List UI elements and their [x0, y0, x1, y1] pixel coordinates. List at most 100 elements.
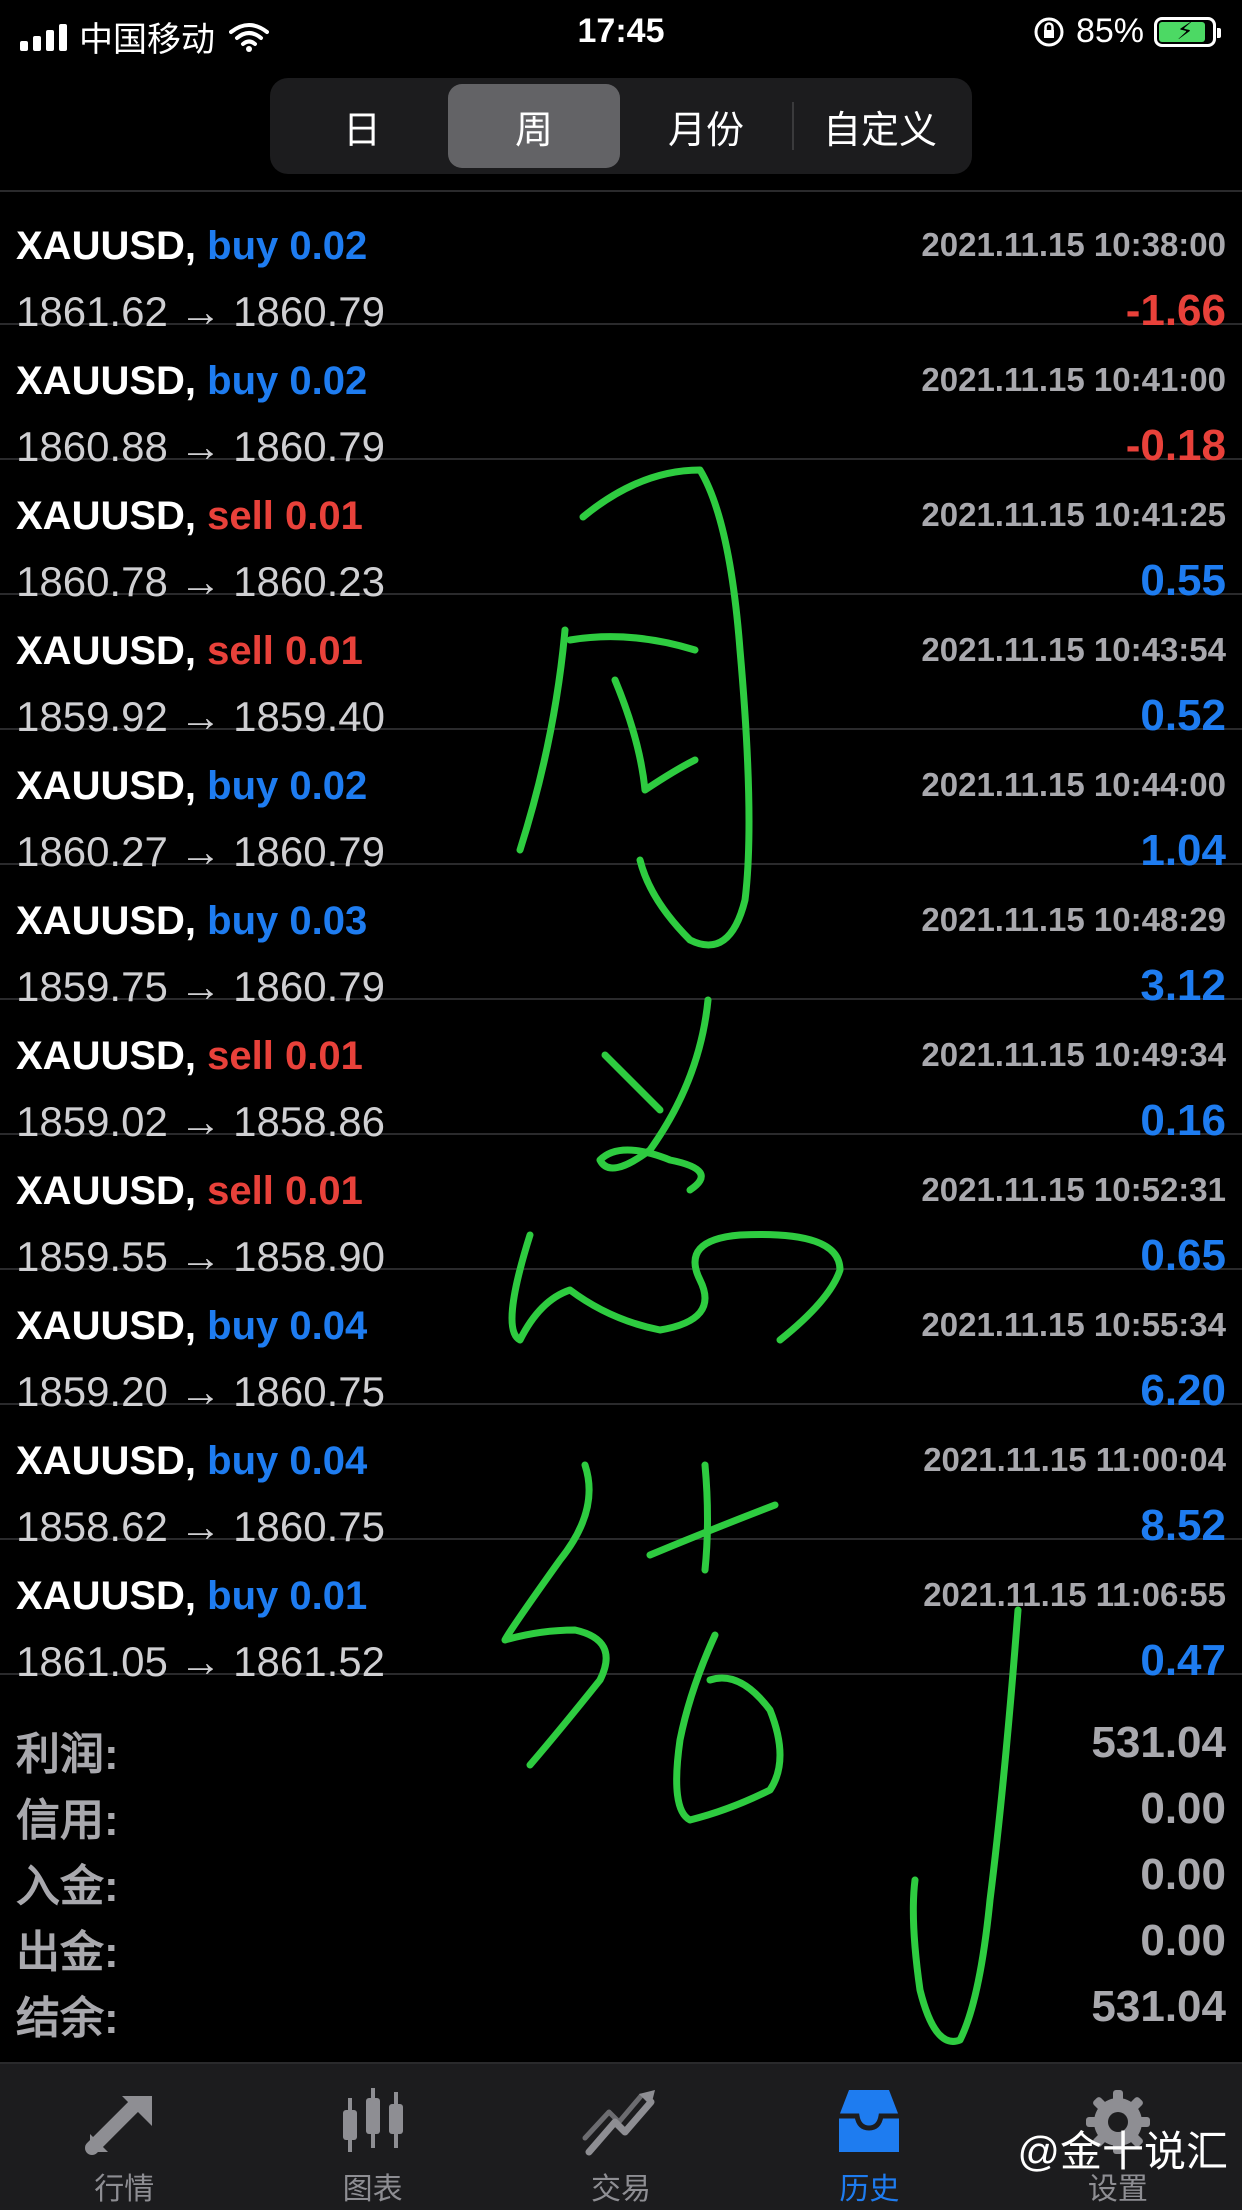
trade-side-volume: buy 0.02 — [207, 764, 368, 808]
tab-history[interactable]: 历史 — [745, 2064, 993, 2210]
tab-chart[interactable]: 图表 — [248, 2064, 496, 2210]
chart-icon — [342, 2088, 403, 2152]
trade-row[interactable]: XAUUSD, sell 0.01 2021.11.15 10:52:31 1859… — [0, 1135, 1242, 1280]
trade-prices: 1861.05 → 1861.52 — [16, 1638, 385, 1686]
trade-time: 2021.11.15 10:41:25 — [921, 496, 1226, 533]
trade-icon — [582, 2090, 656, 2156]
trade-symbol: XAUUSD, buy 0.04 — [16, 1439, 367, 1484]
trade-symbol: XAUUSD, buy 0.02 — [16, 359, 367, 404]
tab-quotes-label: 行情 — [94, 2173, 155, 2206]
tab-day[interactable]: 日 — [276, 84, 448, 168]
trade-time: 2021.11.15 10:52:31 — [921, 1171, 1226, 1208]
tab-history-label: 历史 — [839, 2173, 900, 2206]
orientation-lock-icon — [1034, 17, 1064, 46]
trade-symbol: XAUUSD, buy 0.01 — [16, 1574, 367, 1619]
summary-deposit-label: 入金: — [16, 1862, 119, 1911]
symbol-text: XAUUSD, — [16, 1574, 197, 1618]
symbol-text: XAUUSD, — [16, 224, 197, 268]
summary-deposit-value: 0.00 — [1140, 1850, 1226, 1899]
trade-row[interactable]: XAUUSD, sell 0.01 2021.11.15 10:41:25 1860… — [0, 460, 1242, 605]
trade-symbol: XAUUSD, sell 0.01 — [16, 1169, 363, 1214]
account-summary: 利润: 531.04 信用: 0.00 入金: 0.00 出金: 0.00 结余… — [0, 1718, 1242, 2048]
trade-side-volume: sell 0.01 — [207, 629, 363, 673]
trade-profit: 0.47 — [1140, 1636, 1226, 1685]
trade-time: 2021.11.15 10:41:00 — [921, 361, 1226, 398]
status-bar: 中国移动 17:45 85% ⚡ — [0, 0, 1242, 70]
trade-symbol: XAUUSD, sell 0.01 — [16, 494, 363, 539]
trade-time: 2021.11.15 10:49:34 — [921, 1036, 1226, 1073]
tab-chart-label: 图表 — [342, 2173, 403, 2206]
symbol-text: XAUUSD, — [16, 1034, 197, 1078]
tab-month[interactable]: 月份 — [620, 84, 792, 168]
summary-withdrawal-row: 出金: 0.00 — [0, 1916, 1242, 1982]
summary-credit-row: 信用: 0.00 — [0, 1784, 1242, 1850]
trade-time: 2021.11.15 10:44:00 — [921, 766, 1226, 803]
trade-side-volume: buy 0.02 — [207, 359, 368, 403]
symbol-text: XAUUSD, — [16, 494, 197, 538]
open-price: 1861.05 — [16, 1638, 168, 1685]
trade-symbol: XAUUSD, sell 0.01 — [16, 1034, 363, 1079]
symbol-text: XAUUSD, — [16, 764, 197, 808]
tab-quotes[interactable]: 行情 — [0, 2064, 248, 2210]
trade-symbol: XAUUSD, buy 0.03 — [16, 899, 367, 944]
summary-credit-label: 信用: — [16, 1796, 119, 1845]
trade-side-volume: buy 0.02 — [207, 224, 368, 268]
tab-week[interactable]: 周 — [448, 84, 620, 168]
symbol-text: XAUUSD, — [16, 899, 197, 943]
trade-time: 2021.11.15 10:43:54 — [921, 631, 1226, 668]
trade-row[interactable]: XAUUSD, buy 0.04 2021.11.15 11:00:04 1858.… — [0, 1405, 1242, 1550]
summary-profit-label: 利润: — [16, 1730, 119, 1779]
trade-time: 2021.11.15 10:38:00 — [921, 226, 1226, 263]
trade-time: 2021.11.15 10:48:29 — [921, 901, 1226, 938]
summary-withdrawal-value: 0.00 — [1140, 1916, 1226, 1965]
trade-symbol: XAUUSD, sell 0.01 — [16, 629, 363, 674]
tab-trade-label: 交易 — [591, 2173, 652, 2206]
trade-symbol: XAUUSD, buy 0.02 — [16, 224, 367, 269]
summary-profit-row: 利润: 531.04 — [0, 1718, 1242, 1784]
symbol-text: XAUUSD, — [16, 1169, 197, 1213]
trade-row[interactable]: XAUUSD, sell 0.01 2021.11.15 10:43:54 1859… — [0, 595, 1242, 740]
summary-balance-label: 结余: — [16, 1994, 119, 2043]
trade-history-list: XAUUSD, buy 0.02 2021.11.15 10:38:00 1861.… — [0, 190, 1242, 1685]
tab-custom[interactable]: 自定义 — [794, 84, 966, 168]
battery-percent: 85% — [1075, 12, 1144, 50]
history-icon — [839, 2090, 900, 2152]
summary-withdrawal-label: 出金: — [16, 1928, 119, 1977]
summary-profit-value: 531.04 — [1091, 1718, 1226, 1767]
trade-side-volume: sell 0.01 — [207, 494, 363, 538]
trade-row[interactable]: XAUUSD, buy 0.02 2021.11.15 10:38:00 1861.… — [0, 190, 1242, 335]
trade-row[interactable]: XAUUSD, buy 0.01 2021.11.15 11:06:55 1861.… — [0, 1540, 1242, 1685]
trade-row[interactable]: XAUUSD, buy 0.02 2021.11.15 10:41:00 1860.… — [0, 325, 1242, 470]
symbol-text: XAUUSD, — [16, 1304, 197, 1348]
trade-time: 2021.11.15 11:06:55 — [923, 1576, 1226, 1613]
trade-row[interactable]: XAUUSD, buy 0.02 2021.11.15 10:44:00 1860.… — [0, 730, 1242, 875]
tab-trade[interactable]: 交易 — [497, 2064, 745, 2210]
summary-balance-value: 531.04 — [1091, 1982, 1226, 2031]
quotes-icon — [85, 2096, 153, 2155]
trade-side-volume: buy 0.04 — [207, 1304, 368, 1348]
trade-symbol: XAUUSD, buy 0.02 — [16, 764, 367, 809]
watermark-text: @金十说汇 — [1017, 2128, 1228, 2175]
summary-credit-value: 0.00 — [1140, 1784, 1226, 1833]
trade-row[interactable]: XAUUSD, sell 0.01 2021.11.15 10:49:34 1859… — [0, 1000, 1242, 1145]
symbol-text: XAUUSD, — [16, 629, 197, 673]
battery-icon: ⚡ — [1154, 16, 1221, 47]
status-right: 85% ⚡ — [1032, 12, 1221, 51]
trade-side-volume: buy 0.01 — [207, 1574, 368, 1618]
close-price: 1861.52 — [233, 1638, 385, 1685]
symbol-text: XAUUSD, — [16, 359, 197, 403]
trade-row[interactable]: XAUUSD, buy 0.03 2021.11.15 10:48:29 1859.… — [0, 865, 1242, 1010]
symbol-text: XAUUSD, — [16, 1439, 197, 1483]
trade-symbol: XAUUSD, buy 0.04 — [16, 1304, 367, 1349]
summary-balance-row: 结余: 531.04 — [0, 1982, 1242, 2048]
trade-time: 2021.11.15 10:55:34 — [921, 1306, 1226, 1343]
period-segmented-control: 日 周 月份 自定义 — [270, 78, 972, 174]
trade-side-volume: sell 0.01 — [207, 1169, 363, 1213]
trade-side-volume: buy 0.04 — [207, 1439, 368, 1483]
trade-side-volume: buy 0.03 — [207, 899, 368, 943]
trade-row[interactable]: XAUUSD, buy 0.04 2021.11.15 10:55:34 1859.… — [0, 1270, 1242, 1415]
summary-deposit-row: 入金: 0.00 — [0, 1850, 1242, 1916]
trade-side-volume: sell 0.01 — [207, 1034, 363, 1078]
arrow-icon: → — [179, 1638, 222, 1685]
trade-time: 2021.11.15 11:00:04 — [923, 1441, 1226, 1478]
